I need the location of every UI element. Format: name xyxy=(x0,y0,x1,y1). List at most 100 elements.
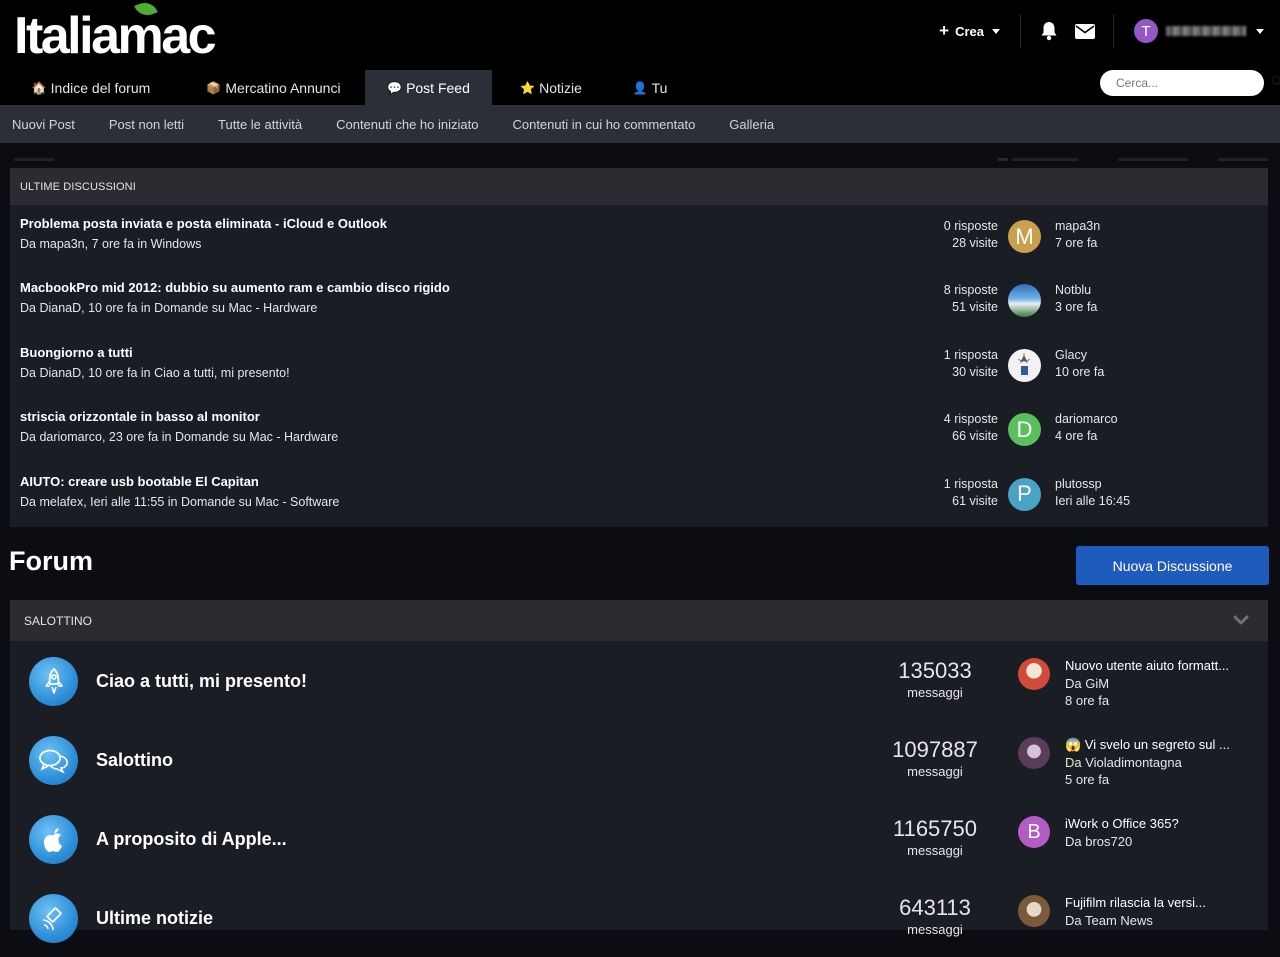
site-logo[interactable]: Italiamac xyxy=(14,0,217,62)
crea-button[interactable]: + Crea xyxy=(929,21,1010,41)
username-link[interactable]: Glacy xyxy=(1055,348,1087,362)
faded-toolbar xyxy=(0,143,1280,168)
category-title: SALOTTINO xyxy=(24,613,93,628)
new-discussion-button[interactable]: Nuova Discussione xyxy=(1076,546,1269,585)
last-poster: mapa3n 7 ore fa xyxy=(1055,218,1100,252)
top-actions: + Crea T xyxy=(929,14,1264,48)
divider xyxy=(1113,14,1114,48)
username-link[interactable]: plutossp xyxy=(1055,477,1102,491)
subnav-contenuti-iniziato[interactable]: Contenuti che ho iniziato xyxy=(336,117,478,132)
secondary-nav: Nuovi Post Post non letti Tutte le attiv… xyxy=(0,105,1280,143)
last-post-link[interactable]: iWork o Office 365? xyxy=(1065,816,1179,831)
search-icon[interactable] xyxy=(1271,75,1280,91)
caret-down-icon xyxy=(1256,28,1264,34)
message-count: 135033 xyxy=(898,658,972,683)
list-item: MacbookPro mid 2012: dubbio su aumento r… xyxy=(10,269,1268,333)
crea-label: Crea xyxy=(955,23,984,39)
tab-label: Tu xyxy=(651,79,668,96)
category-salottino: SALOTTINO Ciao a tutti, mi presento! 135… xyxy=(10,600,1268,943)
tab-tu[interactable]: 👤 Tu xyxy=(610,70,690,105)
site-header: Italiamac + Crea T 🏠 Indice del forum 📦 xyxy=(0,0,1280,105)
discussion-meta: Da dariomarco, 23 ore fa in Domande su M… xyxy=(20,430,339,445)
discussion-meta: Da melafex, Ieri alle 11:55 in Domande s… xyxy=(20,494,340,509)
subnav-nuovi-post[interactable]: Nuovi Post xyxy=(12,117,75,132)
tab-notizie[interactable]: ⭐ Notizie xyxy=(492,70,610,105)
avatar[interactable] xyxy=(1018,737,1050,769)
subnav-tutte-attivita[interactable]: Tutte le attività xyxy=(218,117,302,132)
view-count: 51 visite xyxy=(952,300,998,315)
last-post-link[interactable]: 😱 Vi svelo un segreto sul ... xyxy=(1065,737,1230,753)
main-nav-tabs: 🏠 Indice del forum 📦 Mercatino Annunci 💬… xyxy=(0,70,690,105)
last-post-link[interactable]: Nuovo utente aiuto formatt... xyxy=(1065,658,1229,673)
username-link[interactable]: mapa3n xyxy=(1055,219,1100,233)
subnav-post-non-letti[interactable]: Post non letti xyxy=(109,117,184,132)
user-menu[interactable]: T xyxy=(1124,19,1264,43)
subnav-galleria[interactable]: Galleria xyxy=(729,117,774,132)
plus-icon: + xyxy=(939,21,950,40)
message-count: 1165750 xyxy=(892,816,977,841)
avatar[interactable] xyxy=(1018,658,1050,690)
reply-count: 0 risposte xyxy=(943,219,998,233)
last-post-author: Da Team News xyxy=(1065,913,1153,928)
forum-board-link[interactable]: Ultime notizie xyxy=(96,908,213,929)
forum-board-link[interactable]: Salottino xyxy=(96,750,173,771)
discussion-stats: 8 risposte 51 visite xyxy=(944,282,998,316)
avatar[interactable]: P xyxy=(1008,477,1041,511)
discussion-meta: Da mapa3n, 7 ore fa in Windows xyxy=(20,237,202,251)
forum-board-row: Ciao a tutti, mi presento! 135033 messag… xyxy=(10,641,1268,720)
discussion-stats: 1 risposta 30 visite xyxy=(944,347,998,381)
avatar[interactable]: D xyxy=(1008,413,1041,447)
avatar[interactable] xyxy=(1008,348,1041,382)
chevron-down-icon[interactable] xyxy=(1232,611,1250,629)
last-poster: Glacy 10 ore fa xyxy=(1055,347,1104,381)
tab-post-feed[interactable]: 💬 Post Feed xyxy=(365,70,492,105)
timestamp: Ieri alle 16:45 xyxy=(1055,493,1131,508)
discussion-title-link[interactable]: AIUTO: creare usb bootable El Capitan xyxy=(20,474,259,489)
last-poster: dariomarco 4 ore fa xyxy=(1055,411,1118,445)
last-poster: plutossp Ieri alle 16:45 xyxy=(1055,476,1130,510)
discussion-title-link[interactable]: MacbookPro mid 2012: dubbio su aumento r… xyxy=(20,280,450,295)
rocket-icon xyxy=(29,657,78,706)
reply-count: 4 risposte xyxy=(943,412,998,427)
discussion-title-link[interactable]: striscia orizzontale in basso al monitor xyxy=(20,409,260,424)
chat-bubbles-icon xyxy=(29,736,78,785)
last-post-author: Da bros720 xyxy=(1065,834,1133,849)
discussion-title-link[interactable]: Buongiorno a tutti xyxy=(20,345,133,360)
tab-mercatino[interactable]: 📦 Mercatino Annunci xyxy=(182,70,365,105)
recent-discussions-heading: ULTIME DISCUSSIONI xyxy=(10,168,1268,205)
timestamp: 7 ore fa xyxy=(1055,236,1098,250)
forum-board-link[interactable]: A proposito di Apple... xyxy=(96,829,287,850)
forum-board-row: A proposito di Apple... 1165750 messaggi… xyxy=(10,799,1268,878)
avatar[interactable]: B xyxy=(1018,816,1050,848)
box-icon: 📦 xyxy=(206,80,222,95)
message-count: 643113 xyxy=(899,895,971,920)
discussion-stats: 1 risposta 61 visite xyxy=(944,476,998,510)
forum-board-link[interactable]: Ciao a tutti, mi presento! xyxy=(96,671,307,692)
subnav-contenuti-commentato[interactable]: Contenuti in cui ho commentato xyxy=(512,117,695,132)
notifications-bell-icon[interactable] xyxy=(1038,20,1060,42)
discussion-stats: 4 risposte 66 visite xyxy=(944,411,998,445)
avatar[interactable]: M xyxy=(1008,220,1041,253)
last-post-link[interactable]: Fujifilm rilascia la versi... xyxy=(1065,895,1206,910)
username-blurred xyxy=(1166,26,1246,36)
last-post-author: Da GiM xyxy=(1065,676,1110,691)
apple-icon xyxy=(29,815,78,864)
username-link[interactable]: Notblu xyxy=(1055,283,1091,297)
reply-count: 8 risposte xyxy=(943,283,998,298)
tab-indice-forum[interactable]: 🏠 Indice del forum xyxy=(0,70,182,105)
search-input[interactable] xyxy=(1116,76,1271,90)
last-post-author: Da Violadimontagna xyxy=(1065,755,1182,770)
discussion-meta: Da DianaD, 10 ore fa in Domande su Mac -… xyxy=(20,301,318,316)
speech-bubble-icon: 💬 xyxy=(387,80,403,95)
discussion-meta: Da DianaD, 10 ore fa in Ciao a tutti, mi… xyxy=(20,365,290,380)
avatar[interactable] xyxy=(1018,895,1050,927)
discussion-title-link[interactable]: Problema posta inviata e posta eliminata… xyxy=(20,216,387,231)
category-header[interactable]: SALOTTINO xyxy=(10,600,1268,641)
timestamp: 4 ore fa xyxy=(1055,429,1098,444)
tab-label: Mercatino Annunci xyxy=(225,79,341,96)
messages-envelope-icon[interactable] xyxy=(1074,20,1096,42)
list-item: striscia orizzontale in basso al monitor… xyxy=(10,398,1268,462)
username-link[interactable]: dariomarco xyxy=(1055,412,1118,426)
avatar[interactable] xyxy=(1008,284,1041,318)
view-count: 30 visite xyxy=(952,364,998,379)
